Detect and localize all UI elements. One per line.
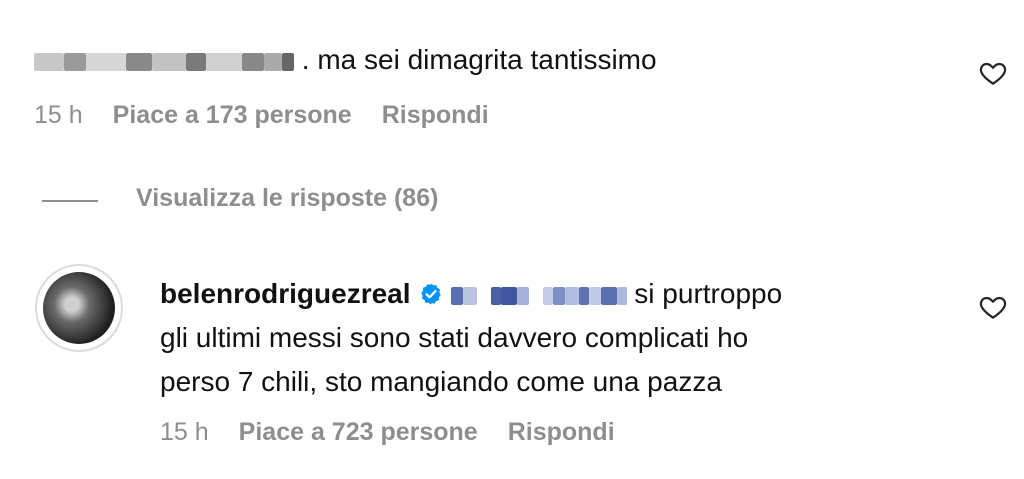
comment-2: belenrodriguezreal si purtroppo gli ulti… [160, 272, 960, 404]
heart-icon[interactable] [978, 292, 1008, 322]
comment-2-text-line-2: gli ultimi messi sono stati davvero comp… [160, 322, 749, 353]
comment-2-likes-link[interactable]: Piace a 723 persone [239, 418, 478, 447]
comment-1-text: . ma sei dimagrita tantissimo [301, 44, 657, 75]
comment-2-line-1: belenrodriguezreal si purtroppo [160, 272, 960, 316]
comment-1-time: 15 h [34, 101, 83, 129]
verified-badge-icon [420, 283, 441, 305]
view-replies-button[interactable]: Visualizza le risposte (86) [136, 184, 438, 213]
blurred-mention [450, 278, 627, 309]
comment-1-reply-button[interactable]: Rispondi [382, 101, 489, 130]
comment-2-time: 15 h [160, 418, 209, 446]
avatar[interactable] [35, 264, 123, 352]
comment-1-meta: 15 h Piace a 173 persone Rispondi [34, 101, 489, 130]
comment-2-text-line-3: perso 7 chili, sto mangiando come una pa… [160, 366, 722, 397]
avatar-image [43, 272, 115, 344]
comment-1-likes-link[interactable]: Piace a 173 persone [113, 101, 352, 130]
comment-2-text-line-1: si purtroppo [626, 278, 783, 309]
heart-icon[interactable] [978, 58, 1008, 88]
comment-2-reply-button[interactable]: Rispondi [508, 418, 615, 447]
replies-divider-line [42, 200, 98, 202]
blurred-username [34, 44, 302, 75]
comment-1: . ma sei dimagrita tantissimo [34, 38, 934, 82]
comment-2-meta: 15 h Piace a 723 persone Rispondi [160, 418, 615, 447]
comment-2-username[interactable]: belenrodriguezreal [160, 278, 411, 309]
